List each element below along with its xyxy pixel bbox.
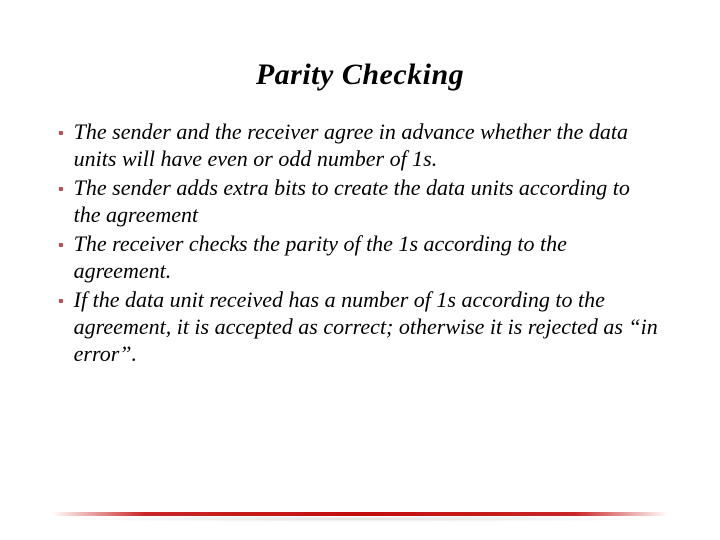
divider-shadow — [52, 516, 668, 522]
bullet-list: ▪ The sender and the receiver agree in a… — [58, 118, 662, 367]
slide: Parity Checking ▪ The sender and the rec… — [0, 58, 720, 540]
bullet-icon: ▪ — [58, 120, 64, 148]
bullet-text: If the data unit received has a number o… — [74, 286, 662, 367]
list-item: ▪ If the data unit received has a number… — [58, 286, 662, 367]
bullet-text: The sender adds extra bits to create the… — [74, 174, 662, 228]
bullet-icon: ▪ — [58, 288, 64, 316]
slide-title: Parity Checking — [0, 58, 720, 92]
bullet-text: The receiver checks the parity of the 1s… — [74, 230, 662, 284]
bullet-text: The sender and the receiver agree in adv… — [74, 118, 662, 172]
list-item: ▪ The sender and the receiver agree in a… — [58, 118, 662, 172]
list-item: ▪ The sender adds extra bits to create t… — [58, 174, 662, 228]
list-item: ▪ The receiver checks the parity of the … — [58, 230, 662, 284]
bullet-icon: ▪ — [58, 176, 64, 204]
bullet-icon: ▪ — [58, 232, 64, 260]
